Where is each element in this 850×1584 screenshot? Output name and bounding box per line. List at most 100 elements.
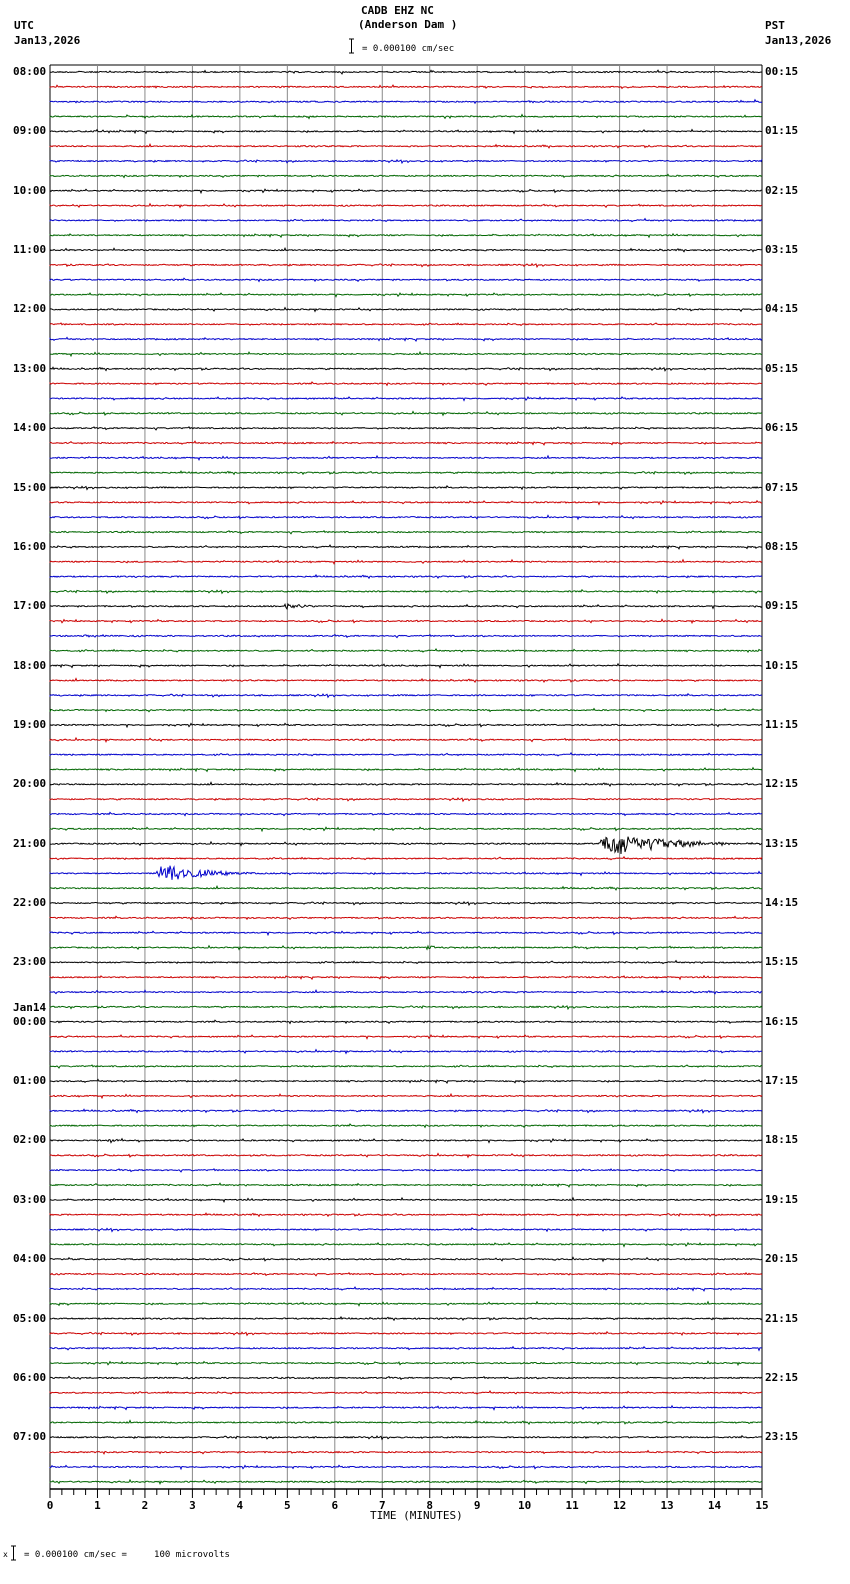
- seismic-trace: [49, 350, 763, 358]
- utc-time-label: 17:00: [13, 599, 47, 613]
- seismic-trace: [49, 499, 762, 506]
- seismic-trace: [49, 1196, 763, 1204]
- x-tick-label: 3: [189, 1499, 196, 1512]
- seismic-trace: [49, 1108, 763, 1114]
- utc-time-label: 06:00: [13, 1370, 47, 1384]
- seismic-trace: [49, 1092, 763, 1100]
- seismic-trace: [49, 530, 763, 535]
- x-tick-label: 7: [379, 1499, 386, 1512]
- seismic-trace: [49, 930, 763, 937]
- seismic-trace: [49, 1137, 763, 1144]
- footer-scale-bar-icon: [11, 1545, 16, 1561]
- seismic-trace: [49, 1152, 763, 1159]
- seismic-trace: [49, 1404, 763, 1411]
- pst-time-label: 01:15: [765, 124, 799, 138]
- x-tick-label: 12: [613, 1499, 626, 1512]
- seismic-trace: [49, 781, 763, 787]
- seismic-trace: [49, 722, 763, 729]
- seismic-trace: [49, 558, 763, 565]
- utc-time-label: 15:00: [13, 480, 47, 494]
- seismic-trace: [49, 98, 763, 105]
- seismic-trace: [49, 988, 763, 995]
- pst-time-label: 05:15: [765, 361, 799, 375]
- seismic-trace: [49, 202, 763, 209]
- seismic-trace: [49, 751, 763, 757]
- seismic-trace: [49, 811, 763, 817]
- utc-time-label: 11:00: [13, 243, 47, 257]
- seismic-trace: [49, 1123, 763, 1129]
- pst-time-label: 10:15: [765, 658, 799, 672]
- utc-time-label: 19:00: [13, 717, 47, 731]
- utc-time-label: 20:00: [13, 777, 47, 791]
- utc-time-label: 16:00: [13, 539, 47, 553]
- seismic-trace: [49, 277, 763, 283]
- seismic-trace: [49, 292, 763, 298]
- seismic-trace: [49, 1345, 763, 1352]
- seismic-trace: [49, 707, 763, 713]
- x-tick-label: 0: [47, 1499, 54, 1512]
- seismic-trace: [49, 736, 763, 744]
- seismic-trace: [49, 1375, 763, 1381]
- seismic-trace: [49, 1168, 763, 1173]
- pst-time-label: 02:15: [765, 183, 799, 197]
- pst-time-label: 00:15: [765, 65, 799, 78]
- x-tick-label: 14: [708, 1499, 722, 1512]
- seismic-trace: [49, 410, 763, 417]
- pst-time-label: 19:15: [765, 1192, 799, 1206]
- utc-time-label: 21:00: [13, 836, 47, 850]
- seismic-trace: [49, 1078, 763, 1084]
- seismic-trace: [49, 855, 763, 861]
- seismic-trace: [49, 618, 763, 625]
- pst-time-label: 12:15: [765, 777, 799, 791]
- seismic-trace: [49, 396, 763, 402]
- seismic-trace: [49, 1241, 763, 1248]
- pst-time-label: 04:15: [765, 302, 799, 316]
- seismic-trace: [49, 1286, 762, 1292]
- seismic-trace: [49, 1064, 763, 1069]
- utc-time-label: 02:00: [13, 1133, 47, 1147]
- utc-time-label: 07:00: [13, 1430, 47, 1444]
- utc-time-label: 23:00: [13, 955, 47, 969]
- seismic-trace: [49, 544, 763, 550]
- utc-time-label: 18:00: [13, 658, 47, 672]
- x-tick-label: 11: [566, 1499, 580, 1512]
- seismic-trace: [49, 426, 763, 431]
- x-tick-label: 5: [284, 1499, 291, 1512]
- seismic-trace: [49, 262, 763, 269]
- x-tick-label: 4: [237, 1499, 244, 1512]
- x-tick-label: 1: [94, 1499, 101, 1512]
- seismic-trace: [49, 677, 763, 684]
- seismic-trace: [49, 900, 763, 907]
- seismic-trace: [49, 217, 763, 223]
- seismic-trace: [49, 336, 763, 342]
- pst-time-label: 23:15: [765, 1430, 799, 1444]
- x-tick-label: 10: [518, 1499, 531, 1512]
- seismic-trace: [49, 440, 763, 446]
- seismic-trace: [49, 959, 763, 965]
- seismic-trace: [49, 1272, 763, 1277]
- seismic-trace: [49, 915, 763, 921]
- seismic-trace: [49, 573, 763, 580]
- seismic-trace: [49, 1256, 763, 1263]
- seismic-trace: [49, 797, 762, 803]
- seismic-trace: [49, 232, 763, 239]
- seismic-trace: [49, 1449, 763, 1455]
- seismic-trace: [49, 470, 763, 476]
- pst-time-label: 21:15: [765, 1311, 799, 1325]
- pst-time-label: 17:15: [765, 1074, 799, 1088]
- scale-bar-icon: [349, 38, 354, 54]
- pst-time-label: 03:15: [765, 243, 799, 257]
- seismic-trace: [49, 158, 763, 165]
- seismic-trace: [49, 113, 763, 120]
- seismic-trace: [49, 306, 763, 313]
- utc-time-label: 03:00: [13, 1192, 47, 1206]
- seismic-trace: [49, 648, 762, 654]
- pst-time-label: 14:15: [765, 896, 799, 910]
- utc-time-label: 08:00: [13, 65, 47, 78]
- seismic-trace: [49, 485, 763, 491]
- seismic-trace: [49, 128, 762, 135]
- pst-time-label: 13:15: [765, 836, 799, 850]
- seismic-trace: [49, 1360, 763, 1367]
- seismic-trace: [49, 662, 763, 669]
- pst-time-label: 11:15: [765, 717, 799, 731]
